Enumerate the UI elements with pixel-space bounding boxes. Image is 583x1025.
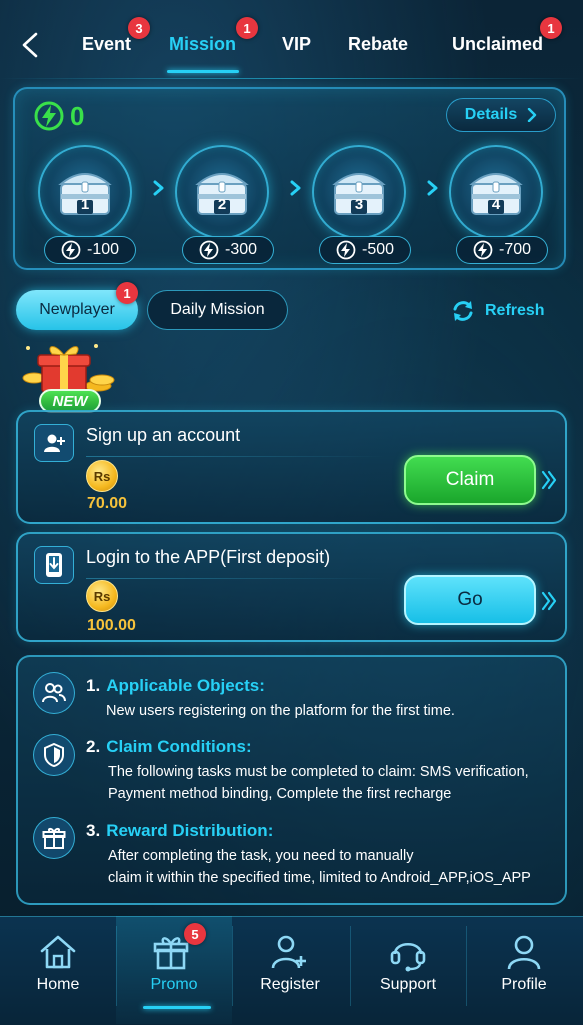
refresh-icon bbox=[453, 301, 473, 321]
tab-vip[interactable]: VIP bbox=[282, 34, 311, 55]
nav-separator bbox=[116, 926, 117, 1006]
tab-unclaimed[interactable]: Unclaimed bbox=[452, 34, 543, 55]
gift-icon bbox=[42, 828, 66, 849]
nav-separator bbox=[350, 926, 351, 1006]
details-button[interactable]: Details bbox=[446, 98, 556, 132]
energy-icon bbox=[199, 240, 219, 260]
user-icon bbox=[507, 935, 541, 970]
chevron-right-icon bbox=[427, 180, 438, 196]
info-number: 1. bbox=[86, 676, 101, 695]
double-chevron-right-icon[interactable] bbox=[541, 590, 557, 612]
chevron-right-icon bbox=[153, 180, 164, 196]
energy-value: 0 bbox=[70, 101, 85, 131]
top-nav: Event 3 Mission 1 VIP Rebate Unclaimed 1 bbox=[0, 0, 583, 80]
tab-mission-badge: 1 bbox=[236, 17, 258, 39]
info-number: 3. bbox=[86, 821, 101, 840]
nav-separator bbox=[232, 926, 233, 1006]
promo-badge: 5 bbox=[184, 923, 206, 945]
chest-cost-label: -700 bbox=[498, 241, 532, 258]
coin-icon: Rs bbox=[86, 580, 118, 612]
info-text: The following tasks must be completed to… bbox=[108, 764, 529, 780]
task-icon bbox=[34, 424, 74, 462]
double-chevron-right-icon[interactable] bbox=[541, 469, 557, 491]
chevron-right-icon bbox=[290, 180, 301, 196]
reward-amount: 100.00 bbox=[87, 617, 136, 634]
active-tab-indicator bbox=[167, 70, 239, 73]
add-user-icon bbox=[271, 935, 306, 969]
add-user-icon bbox=[44, 434, 65, 452]
nav-label-home: Home bbox=[36, 976, 80, 993]
chest-number: 4 bbox=[491, 196, 501, 213]
back-arrow-icon[interactable] bbox=[18, 30, 44, 60]
info-text: claim it within the specified time, limi… bbox=[108, 870, 531, 886]
nav-label-promo: Promo bbox=[150, 976, 198, 993]
download-phone-icon bbox=[46, 553, 62, 577]
chest-number: 2 bbox=[217, 196, 227, 213]
reward-amount: 70.00 bbox=[87, 495, 128, 512]
refresh-button[interactable]: Refresh bbox=[450, 298, 545, 324]
chest-cost: -100 bbox=[44, 236, 136, 264]
divider bbox=[86, 578, 386, 579]
chest-cost: -300 bbox=[182, 236, 274, 264]
go-button[interactable]: Go bbox=[404, 575, 536, 625]
info-title: Claim Conditions: bbox=[106, 737, 252, 756]
info-text: Payment method binding, Complete the fir… bbox=[108, 786, 452, 802]
task-icon bbox=[34, 546, 74, 584]
chest-number: 1 bbox=[80, 196, 90, 213]
info-heading: 3. Reward Distribution: bbox=[86, 821, 273, 841]
tab-rebate[interactable]: Rebate bbox=[348, 34, 408, 55]
tab-unclaimed-badge: 1 bbox=[540, 17, 562, 39]
energy-icon bbox=[34, 101, 64, 131]
info-icon-circle bbox=[33, 817, 75, 859]
shield-icon bbox=[44, 743, 64, 767]
info-heading: 1. Applicable Objects: bbox=[86, 676, 265, 696]
chevron-right-icon bbox=[528, 108, 537, 122]
home-icon bbox=[40, 935, 76, 969]
refresh-label: Refresh bbox=[485, 302, 545, 319]
divider bbox=[86, 456, 386, 457]
top-divider bbox=[0, 78, 583, 79]
chest-cost-label: -100 bbox=[86, 241, 120, 258]
chest-cost: -500 bbox=[319, 236, 411, 264]
nav-label-profile: Profile bbox=[501, 976, 547, 993]
chest-cost-label: -300 bbox=[224, 241, 258, 258]
info-title: Applicable Objects: bbox=[106, 676, 265, 695]
claim-button[interactable]: Claim bbox=[404, 455, 536, 505]
info-text: New users registering on the platform fo… bbox=[106, 703, 455, 719]
nav-separator bbox=[466, 926, 467, 1006]
info-number: 2. bbox=[86, 737, 101, 756]
info-text: After completing the task, you need to m… bbox=[108, 848, 414, 864]
info-heading: 2. Claim Conditions: bbox=[86, 737, 252, 757]
chest-cost: -700 bbox=[456, 236, 548, 264]
tab-daily-mission[interactable]: Daily Mission bbox=[147, 290, 288, 330]
energy-icon bbox=[61, 240, 81, 260]
nav-label-support: Support bbox=[379, 976, 437, 993]
task-title: Login to the APP(First deposit) bbox=[86, 547, 331, 567]
energy-icon bbox=[336, 240, 356, 260]
chest-cost-label: -500 bbox=[361, 241, 395, 258]
nav-label-register: Register bbox=[260, 976, 320, 993]
active-nav-indicator bbox=[143, 1006, 211, 1009]
chest-number: 3 bbox=[354, 196, 364, 213]
newplayer-badge: 1 bbox=[116, 282, 138, 304]
info-icon-circle bbox=[33, 672, 75, 714]
coin-icon: Rs bbox=[86, 460, 118, 492]
info-icon-circle bbox=[33, 734, 75, 776]
task-title: Sign up an account bbox=[86, 425, 241, 445]
energy-icon bbox=[473, 240, 493, 260]
tab-mission[interactable]: Mission bbox=[169, 34, 236, 55]
users-icon bbox=[42, 683, 66, 703]
headset-icon bbox=[390, 942, 426, 972]
info-title: Reward Distribution: bbox=[106, 821, 274, 840]
tab-event[interactable]: Event bbox=[82, 34, 131, 55]
tab-event-badge: 3 bbox=[128, 17, 150, 39]
details-label: Details bbox=[464, 106, 518, 123]
